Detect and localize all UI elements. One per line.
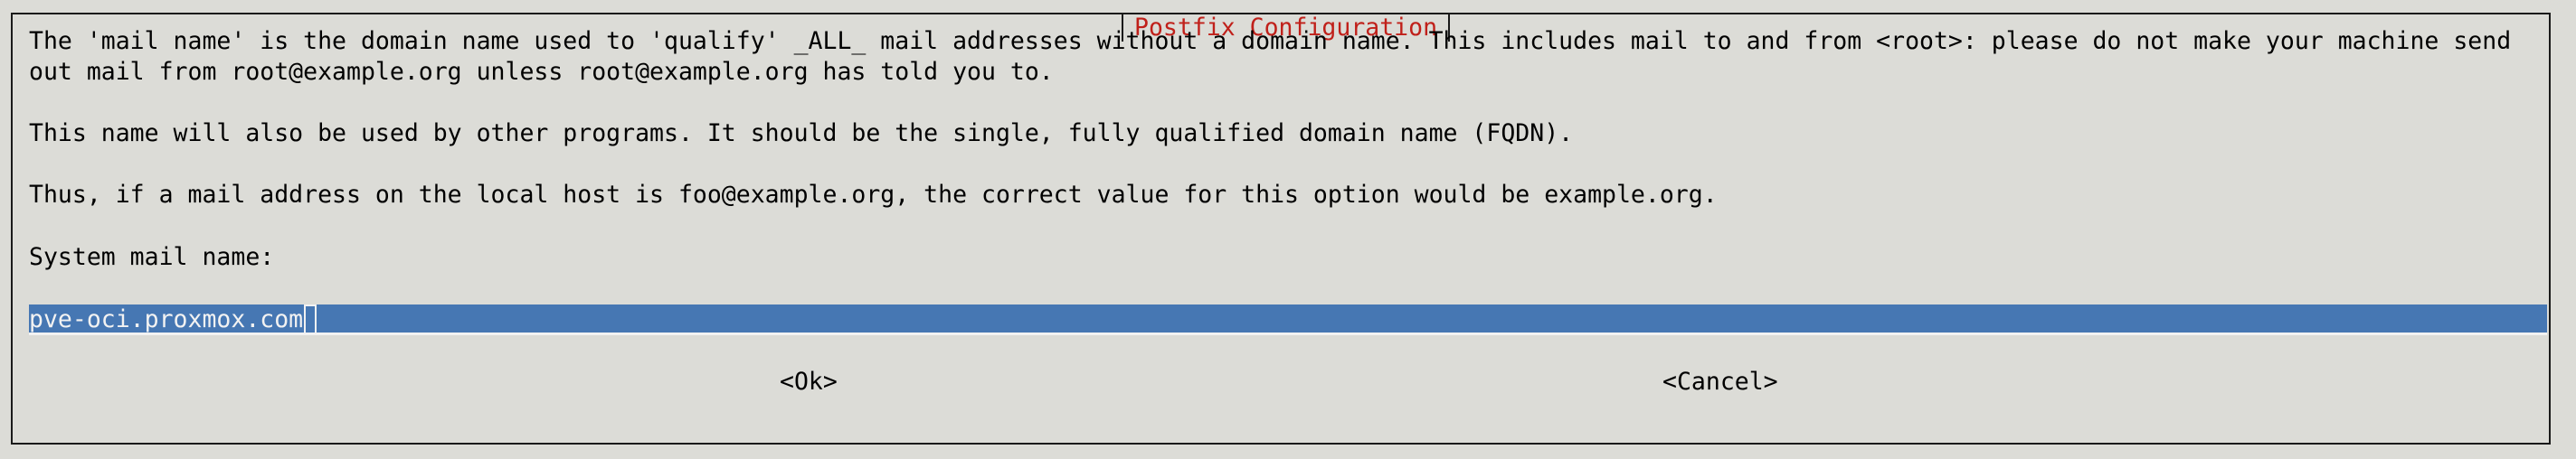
description-line-2: out mail from root@example.org unless ro… <box>29 58 1054 86</box>
description-line-4: Thus, if a mail address on the local hos… <box>29 181 1718 209</box>
text-cursor <box>304 304 317 335</box>
ok-button[interactable]: <Ok> <box>780 367 838 398</box>
description-line-1: The 'mail name' is the domain name used … <box>29 27 2512 55</box>
description-line-3: This name will also be used by other pro… <box>29 119 1574 147</box>
mail-name-label: System mail name: <box>29 243 275 271</box>
mail-name-input[interactable]: pve-oci.proxmox.com <box>29 304 2547 335</box>
mail-name-value: pve-oci.proxmox.com <box>29 305 304 333</box>
cancel-button[interactable]: <Cancel> <box>1662 367 1778 398</box>
